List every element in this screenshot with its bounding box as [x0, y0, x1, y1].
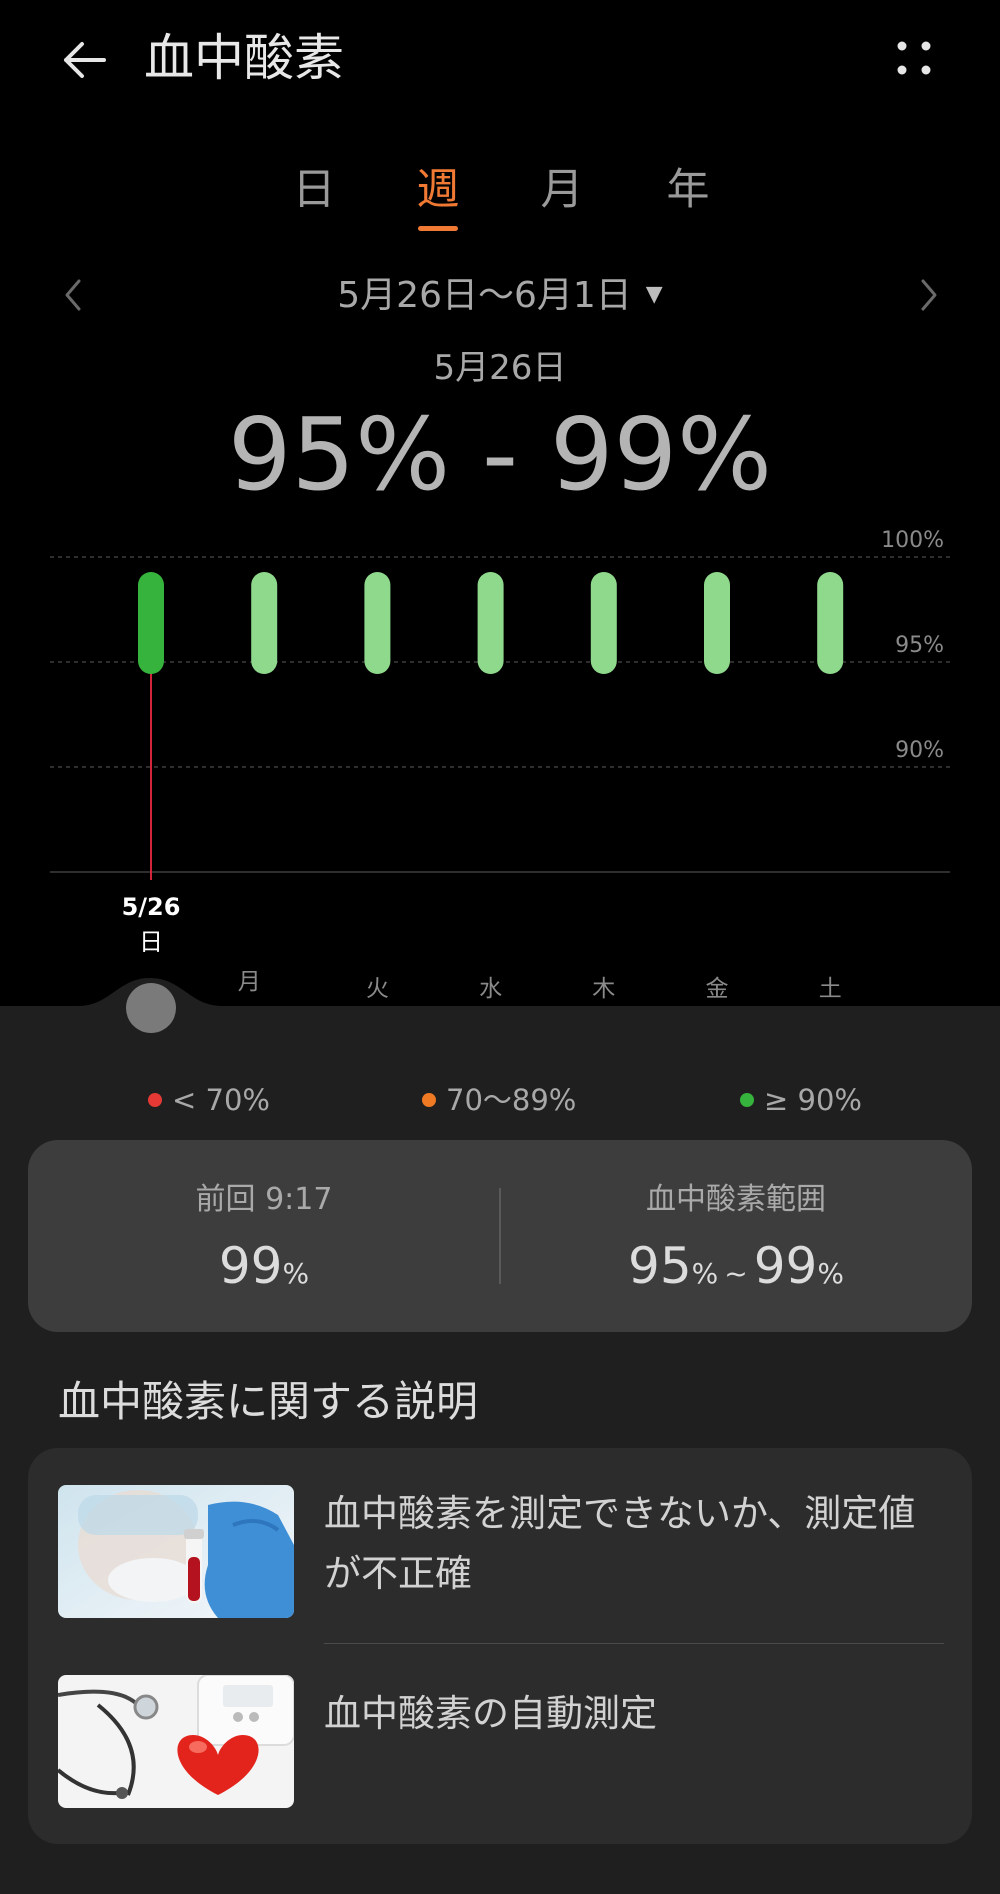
chart-canvas: 100% 95% 90% 5/26 日月 火 水 木 金 土 — [50, 528, 950, 1002]
back-arrow-icon — [64, 42, 106, 78]
legend-item-high: ≥ 90% — [740, 1078, 862, 1122]
selected-value-range: 95% - 99% — [227, 396, 773, 513]
legend: < 70% 70〜89% ≥ 90% — [0, 1078, 1000, 1122]
next-period-button[interactable] — [904, 270, 954, 320]
spo2-range-summary: 血中酸素範囲 95% ~99% — [500, 1140, 972, 1332]
article-title: 血中酸素の自動測定 — [324, 1692, 657, 1735]
legend-item-mid: 70〜89% — [422, 1078, 576, 1122]
x-tick-label: 木 — [592, 976, 615, 1002]
summary-card: 前回 9:17 99% 血中酸素範囲 95% ~99% — [28, 1140, 972, 1332]
tab-week[interactable]: 週 — [398, 160, 478, 231]
y-tick-label: 95% — [895, 633, 944, 658]
legend-dot — [148, 1093, 162, 1107]
tab-year[interactable]: 年 — [648, 160, 728, 220]
heart-stethoscope-thumbnail — [58, 1675, 294, 1808]
range-bar — [817, 572, 844, 674]
article-title: 血中酸素を測定できないか、測定値が不正確 — [324, 1492, 916, 1595]
range-bar — [251, 572, 278, 674]
article-item-measurement-issue[interactable]: 血中酸素を測定できないか、測定値が不正確 — [28, 1448, 972, 1638]
x-tick-label: 火 — [366, 976, 389, 1002]
more-options-button[interactable] — [882, 28, 946, 92]
selected-date: 5月26日 — [433, 348, 567, 388]
date-range-label: 5月26日〜6月1日 — [337, 275, 632, 316]
y-tick-label: 100% — [881, 528, 944, 553]
x-tick-label: 金 — [706, 976, 729, 1002]
chevron-right-icon — [921, 279, 937, 311]
spo2-range-label: 血中酸素範囲 — [646, 1182, 826, 1217]
last-measurement-label: 前回 9:17 — [195, 1182, 333, 1217]
x-tick-label: 土 — [819, 976, 842, 1002]
article-list: 血中酸素を測定できないか、測定値が不正確 血中酸素の自動測定 — [28, 1448, 972, 1844]
back-button[interactable] — [52, 28, 116, 92]
previous-period-button[interactable] — [48, 270, 98, 320]
dropdown-triangle-icon: ▼ — [645, 282, 663, 307]
range-bar — [704, 572, 730, 674]
x-tick-label: 水 — [479, 976, 502, 1002]
section-title: 血中酸素に関する説明 — [58, 1377, 479, 1426]
legend-item-low: < 70% — [148, 1078, 270, 1122]
x-tick-date-label: 5/26 — [122, 893, 181, 921]
page-title: 血中酸素 — [144, 29, 344, 87]
range-bar — [477, 572, 504, 674]
app-header: 血中酸素 — [0, 0, 1000, 115]
x-tick-label: 日 — [139, 928, 163, 956]
period-tabs: 日 週 月 年 — [0, 160, 1000, 232]
chevron-left-icon — [65, 279, 81, 311]
range-bar — [590, 572, 617, 674]
chart-scrubber-handle[interactable] — [126, 983, 176, 1033]
four-dots-icon — [897, 41, 931, 75]
last-measurement: 前回 9:17 99% — [28, 1140, 500, 1332]
tab-month[interactable]: 月 — [522, 160, 602, 220]
legend-dot — [740, 1093, 754, 1107]
range-bar — [364, 572, 391, 674]
article-divider — [324, 1643, 944, 1644]
range-bar — [138, 572, 164, 674]
tab-day[interactable]: 日 — [274, 160, 354, 220]
blood-sample-thumbnail — [58, 1485, 294, 1618]
date-range-selector[interactable]: 5月26日〜6月1日 ▼ — [0, 270, 1000, 321]
y-tick-label: 90% — [895, 738, 944, 763]
x-tick-label: 月 — [238, 969, 261, 995]
spo2-range-value: 95% ~99% — [628, 1237, 844, 1295]
article-item-auto-measurement[interactable]: 血中酸素の自動測定 — [28, 1648, 972, 1838]
active-tab-indicator — [418, 226, 458, 231]
last-measurement-value: 99% — [218, 1237, 310, 1295]
spo2-weekly-chart[interactable]: 100% 95% 90% 5/26 日月 火 水 木 金 土 — [0, 520, 1000, 1006]
legend-dot — [422, 1093, 436, 1107]
